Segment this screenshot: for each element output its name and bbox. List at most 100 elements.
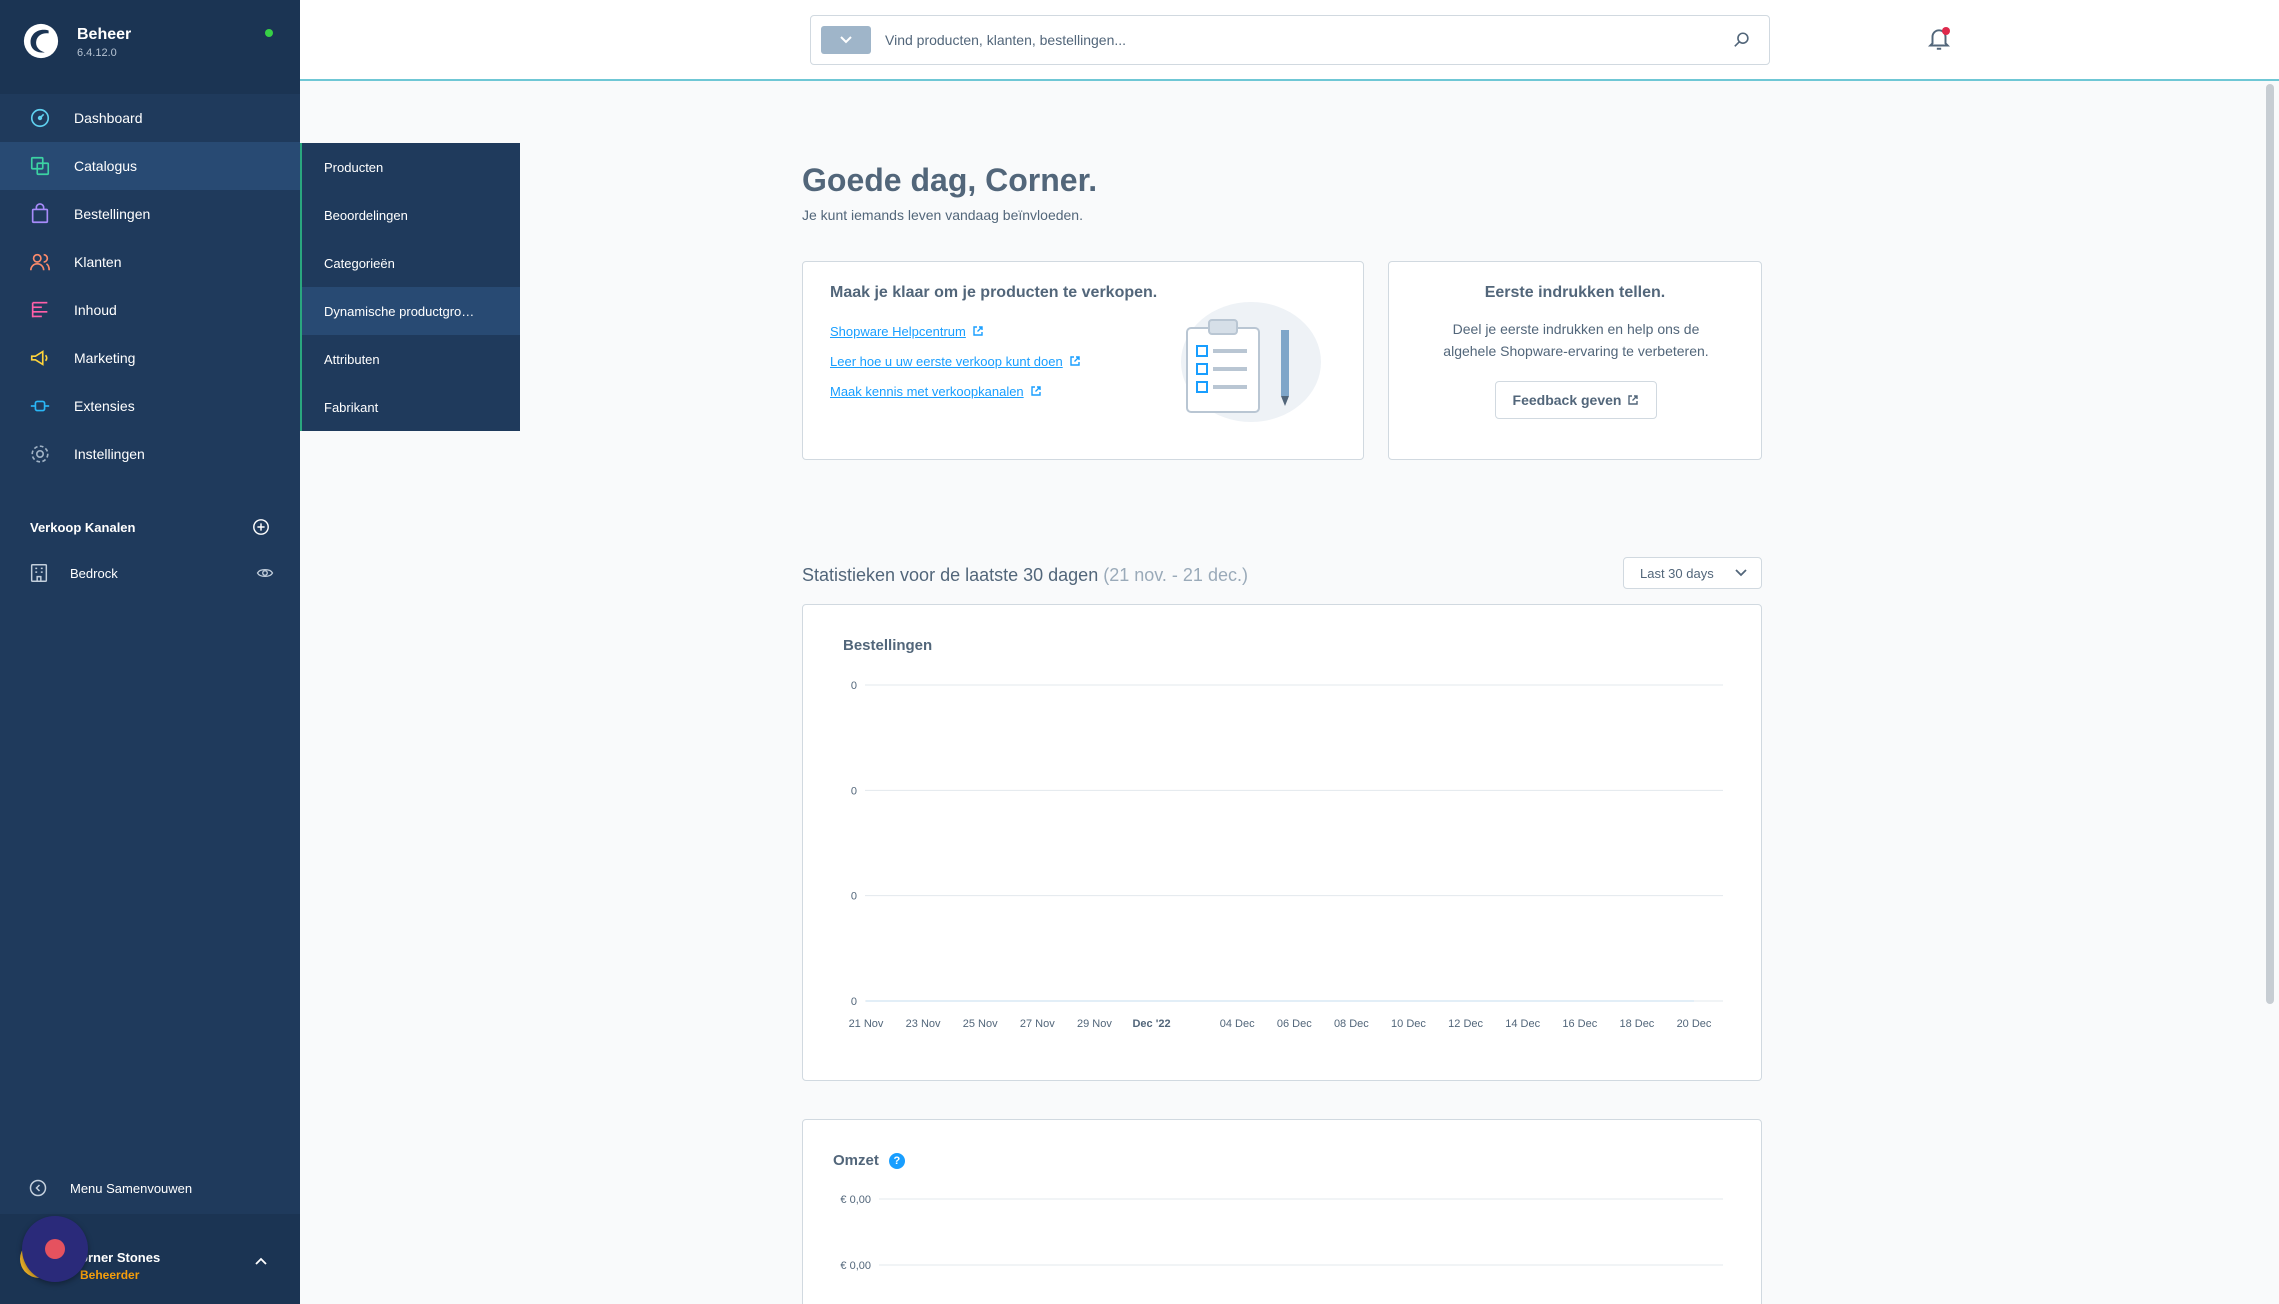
button-label: Feedback geven: [1512, 392, 1622, 408]
feedback-button[interactable]: Feedback geven: [1495, 381, 1657, 419]
date-range-select[interactable]: Last 30 days: [1623, 557, 1762, 589]
x-tick-label: 06 Dec: [1277, 1018, 1312, 1030]
nav-item-catalog[interactable]: Catalogus: [0, 142, 300, 190]
nav-item-orders[interactable]: Bestellingen: [0, 190, 300, 238]
nav-item-extensions[interactable]: Extensies: [0, 382, 300, 430]
y-tick-label: 0: [851, 996, 857, 1008]
nav-item-label: Catalogus: [74, 158, 138, 174]
collapse-menu-button[interactable]: Menu Samenvouwen: [28, 1178, 192, 1198]
link-first-sale[interactable]: Leer hoe u uw eerste verkoop kunt doen: [830, 346, 1081, 376]
x-tick-label: 20 Dec: [1677, 1018, 1712, 1030]
x-tick-label: 12 Dec: [1448, 1018, 1483, 1030]
chevron-left-circle-icon: [29, 1179, 47, 1197]
y-tick-label: 0: [851, 785, 857, 797]
nav-item-label: Dashboard: [74, 110, 143, 126]
orders-chart-card: Bestellingen 0 0 0 0 21 Nov 23 Nov 25 Nov 27 No…: [802, 604, 1762, 1081]
nav-item-dashboard[interactable]: Dashboard: [0, 94, 300, 142]
x-tick-label: 08 Dec: [1334, 1018, 1369, 1030]
chevron-down-icon: [840, 36, 852, 44]
users-icon: [28, 250, 52, 274]
card-text: Deel je eerste indrukken en help ons de …: [1443, 321, 1709, 359]
page-subtitle: Je kunt iemands leven vandaag beïnvloede…: [802, 207, 1083, 223]
x-tick-label: 18 Dec: [1619, 1018, 1654, 1030]
nav-item-label: Klanten: [74, 254, 122, 270]
add-circle-icon[interactable]: [252, 518, 270, 536]
page-scrollbar[interactable]: [2266, 84, 2274, 1004]
nav-item-label: Instellingen: [74, 446, 145, 462]
chevron-up-icon[interactable]: [254, 1256, 268, 1266]
y-tick-label: € 0,00: [840, 1194, 871, 1206]
x-tick-label: 25 Nov: [963, 1018, 998, 1030]
gear-icon: [28, 442, 52, 466]
nav-item-customers[interactable]: Klanten: [0, 238, 300, 286]
sales-channel-label: Bedrock: [70, 565, 118, 581]
nav-item-settings[interactable]: Instellingen: [0, 430, 300, 478]
chevron-down-icon: [1735, 569, 1747, 577]
external-link-icon: [973, 326, 983, 336]
record-icon: [45, 1239, 65, 1259]
flyout-item-manufacturer[interactable]: Fabrikant: [302, 383, 520, 431]
catalog-flyout-menu: Producten Beoordelingen Categorieën Dyna…: [300, 143, 520, 431]
search-input[interactable]: [885, 32, 1733, 48]
sales-channel-bedrock[interactable]: Bedrock: [28, 562, 274, 584]
orders-chart: 0 0 0 0 21 Nov 23 Nov 25 Nov 27 Nov 29 Nov Dec '2…: [849, 680, 1723, 1030]
page-title: Goede dag, Corner.: [802, 162, 1098, 198]
dashboard-icon: [28, 106, 52, 130]
screen-recorder-button[interactable]: [22, 1216, 88, 1282]
date-range-value: Last 30 days: [1640, 565, 1714, 581]
search-icon[interactable]: [1733, 31, 1751, 49]
app-version: 6.4.12.0: [77, 47, 117, 59]
user-name: orner Stones: [80, 1250, 161, 1265]
external-link-icon: [1030, 386, 1041, 396]
flyout-item-reviews[interactable]: Beoordelingen: [302, 191, 520, 239]
get-ready-card: Maak je klaar om je producten te verkope…: [802, 261, 1364, 460]
bag-icon: [28, 202, 52, 226]
x-tick-label: 27 Nov: [1020, 1018, 1055, 1030]
user-role: Beheerder: [80, 1268, 140, 1282]
plug-icon: [28, 394, 52, 418]
x-tick-label: 16 Dec: [1562, 1018, 1597, 1030]
storefront-icon: [30, 564, 48, 582]
card-title: Maak je klaar om je producten te verkope…: [830, 284, 1158, 301]
content-icon: [28, 298, 52, 322]
feedback-card: Eerste indrukken tellen. Deel je eerste …: [1388, 261, 1762, 460]
megaphone-icon: [28, 346, 52, 370]
app-name: Beheer: [77, 26, 132, 43]
search-type-dropdown[interactable]: [821, 26, 871, 54]
flyout-item-categories[interactable]: Categorieën: [302, 239, 520, 287]
sidebar-header: Beheer 6.4.12.0: [0, 0, 300, 94]
statistics-title-text: Statistieken voor de laatste 30 dagen: [802, 565, 1099, 585]
statistics-date-range: (21 nov. - 21 dec.): [1103, 565, 1248, 585]
y-tick-label: 0: [851, 680, 857, 692]
y-tick-label: € 0,00: [840, 1260, 871, 1272]
external-link-icon: [1628, 395, 1639, 405]
online-status-dot: [265, 29, 273, 37]
x-tick-label: 29 Nov: [1077, 1018, 1112, 1030]
revenue-chart: € 0,00 € 0,00: [840, 1194, 1723, 1272]
link-label: Shopware Helpcentrum: [830, 323, 966, 339]
flyout-item-products[interactable]: Producten: [302, 143, 520, 191]
link-help-center[interactable]: Shopware Helpcentrum: [830, 316, 1081, 346]
flyout-item-dynamic-product-groups[interactable]: Dynamische productgro…: [302, 287, 520, 335]
nav-item-label: Bestellingen: [74, 206, 151, 222]
nav-item-label: Marketing: [74, 350, 136, 366]
nav-item-label: Inhoud: [74, 302, 117, 318]
x-tick-label: 14 Dec: [1505, 1018, 1540, 1030]
flyout-item-attributes[interactable]: Attributen: [302, 335, 520, 383]
global-search: [810, 15, 1770, 65]
shopware-logo-icon[interactable]: [22, 22, 60, 60]
nav-item-content[interactable]: Inhoud: [0, 286, 300, 334]
x-tick-label: 04 Dec: [1220, 1018, 1255, 1030]
link-sales-channels[interactable]: Maak kennis met verkoopkanalen: [830, 376, 1081, 406]
nav-item-marketing[interactable]: Marketing: [0, 334, 300, 382]
eye-icon[interactable]: [256, 564, 274, 582]
statistics-title: Statistieken voor de laatste 30 dagen (2…: [802, 565, 1248, 586]
collapse-menu-label: Menu Samenvouwen: [70, 1180, 193, 1196]
sidebar: Beheer 6.4.12.0 Dashboard Catalogus Best…: [0, 0, 300, 1304]
help-links: Shopware Helpcentrum Leer hoe u uw eerst…: [830, 316, 1081, 406]
notification-badge: [1942, 27, 1950, 35]
x-tick-label: 21 Nov: [849, 1018, 884, 1030]
revenue-chart-card: Omzet? € 0,00 € 0,00: [802, 1119, 1762, 1304]
external-link-icon: [1070, 356, 1080, 366]
clipboard-illustration-icon: [1181, 302, 1321, 422]
